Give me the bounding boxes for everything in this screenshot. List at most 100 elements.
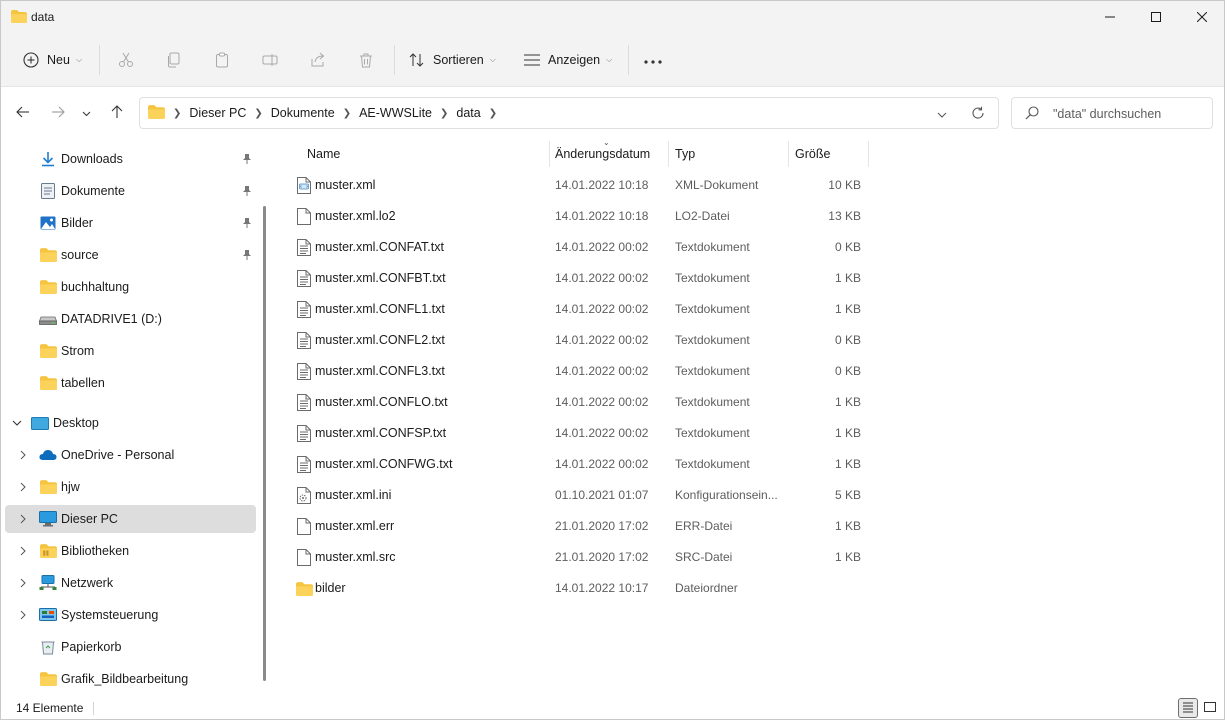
chevron-right-icon[interactable]: ❯ <box>254 108 262 119</box>
table-row[interactable]: muster.xml.CONFBT.txt 14.01.2022 00:02 Tex… <box>289 263 869 293</box>
details-view-button[interactable] <box>1178 698 1198 718</box>
up-button[interactable] <box>105 101 129 125</box>
sidebar-item-strom[interactable]: Strom <box>5 337 256 365</box>
sidebar-item-grafik-bildbearbeitung[interactable]: Grafik_Bildbearbeitung <box>5 665 256 693</box>
refresh-icon <box>971 106 985 123</box>
refresh-button[interactable] <box>967 104 989 124</box>
table-row[interactable]: bilder 14.01.2022 10:17 Dateiordner <box>289 573 869 603</box>
search-box[interactable]: "data" durchsuchen <box>1011 97 1213 129</box>
sidebar-scrollbar[interactable] <box>263 206 266 681</box>
view-button[interactable]: Anzeigen ⌵ <box>522 45 612 75</box>
maximize-button[interactable] <box>1133 1 1179 33</box>
sidebar-item-buchhaltung[interactable]: buchhaltung <box>5 273 256 301</box>
chevron-right-icon[interactable] <box>17 577 29 589</box>
xml-file-icon <box>295 177 313 194</box>
sidebar-item-tabellen[interactable]: tabellen <box>5 369 256 397</box>
table-row[interactable]: muster.xml.CONFL3.txt 14.01.2022 00:02 Tex… <box>289 356 869 386</box>
table-row[interactable]: muster.xml.CONFL2.txt 14.01.2022 00:02 Tex… <box>289 325 869 355</box>
more-options-button[interactable] <box>642 45 664 75</box>
sidebar-item-papierkorb[interactable]: Papierkorb <box>5 633 256 661</box>
text-file-icon <box>295 394 313 411</box>
paste-button[interactable] <box>212 45 232 75</box>
download-icon <box>39 151 57 167</box>
file-date: 14.01.2022 00:02 <box>555 395 649 409</box>
sidebar-item-label: source <box>61 248 99 262</box>
recent-locations-button[interactable] <box>76 101 96 125</box>
toolbar-divider <box>628 45 629 75</box>
close-button[interactable] <box>1179 1 1224 33</box>
file-type: Konfigurationsein... <box>675 488 778 502</box>
column-divider[interactable] <box>668 141 669 167</box>
column-header-size[interactable]: Größe <box>795 139 830 169</box>
table-row[interactable]: muster.xml.err 21.01.2020 17:02 ERR-Datei 1… <box>289 511 869 541</box>
sidebar-item-hjw[interactable]: hjw <box>5 473 256 501</box>
sidebar-item-label: Grafik_Bildbearbeitung <box>61 672 189 686</box>
table-row[interactable]: muster.xml.CONFWG.txt 14.01.2022 00:02 Tex… <box>289 449 869 479</box>
table-row[interactable]: muster.xml.ini 01.10.2021 01:07 Konfigurat… <box>289 480 869 510</box>
chevron-right-icon[interactable] <box>17 449 29 461</box>
file-type: LO2-Datei <box>675 209 730 223</box>
delete-button[interactable] <box>356 45 376 75</box>
sidebar-item-bibliotheken[interactable]: Bibliotheken <box>5 537 256 565</box>
chevron-right-icon[interactable]: ❯ <box>173 108 181 119</box>
sidebar-item-dieser-pc[interactable]: Dieser PC <box>5 505 256 533</box>
cut-button[interactable] <box>116 45 136 75</box>
back-button[interactable] <box>11 101 35 125</box>
chevron-right-icon[interactable]: ❯ <box>489 108 497 119</box>
file-type: SRC-Datei <box>675 550 733 564</box>
sidebar-item-netzwerk[interactable]: Netzwerk <box>5 569 256 597</box>
column-divider[interactable] <box>549 141 550 167</box>
sort-button[interactable]: Sortieren ⌵ <box>407 45 496 75</box>
chevron-right-icon[interactable] <box>17 545 29 557</box>
table-row[interactable]: muster.xml 14.01.2022 10:18 XML-Dokument 10… <box>289 170 869 200</box>
chevron-right-icon[interactable]: ❯ <box>343 108 351 119</box>
copy-button[interactable] <box>164 45 184 75</box>
chevron-down-icon[interactable] <box>11 417 23 429</box>
breadcrumb-item[interactable]: AE-WWSLite <box>359 106 432 120</box>
address-history-button[interactable] <box>931 104 953 124</box>
copy-icon <box>164 50 184 70</box>
table-row[interactable]: muster.xml.CONFLO.txt 14.01.2022 00:02 Tex… <box>289 387 869 417</box>
breadcrumb-item[interactable]: data <box>456 106 480 120</box>
search-icon <box>1025 106 1039 123</box>
sidebar-item-source[interactable]: source <box>5 241 256 269</box>
address-bar[interactable]: ❯ Dieser PC ❯ Dokumente ❯ AE-WWSLite ❯ d… <box>139 97 999 129</box>
column-header-date[interactable]: Änderungsdatum <box>555 139 650 169</box>
table-row[interactable]: muster.xml.CONFSP.txt 14.01.2022 00:02 Tex… <box>289 418 869 448</box>
table-row[interactable]: muster.xml.src 21.01.2020 17:02 SRC-Datei 1… <box>289 542 869 572</box>
chevron-down-icon <box>82 106 91 120</box>
recycle-bin-icon <box>39 639 57 655</box>
file-size: 0 KB <box>834 240 861 254</box>
file-name: bilder <box>315 581 346 595</box>
sidebar-item-downloads[interactable]: Downloads <box>5 145 256 173</box>
sidebar-item-desktop[interactable]: Desktop <box>1 409 252 437</box>
table-row[interactable]: muster.xml.CONFAT.txt 14.01.2022 00:02 Tex… <box>289 232 869 262</box>
breadcrumb-item[interactable]: Dieser PC <box>189 106 246 120</box>
chevron-right-icon[interactable] <box>17 513 29 525</box>
chevron-right-icon[interactable] <box>17 609 29 621</box>
new-button[interactable]: Neu ⌵ <box>21 45 82 75</box>
clipboard-icon <box>212 50 232 70</box>
column-divider[interactable] <box>868 141 869 167</box>
minimize-button[interactable] <box>1087 1 1133 33</box>
sidebar-item-onedrive[interactable]: OneDrive - Personal <box>5 441 256 469</box>
sidebar-item-bilder[interactable]: Bilder <box>5 209 256 237</box>
chevron-right-icon[interactable]: ❯ <box>440 108 448 119</box>
chevron-right-icon[interactable] <box>17 481 29 493</box>
file-name: muster.xml.err <box>315 519 395 533</box>
pin-icon <box>241 153 253 168</box>
column-header-type[interactable]: Typ <box>675 139 695 169</box>
sidebar-item-datadrive1[interactable]: DATADRIVE1 (D:) <box>5 305 256 333</box>
forward-button[interactable] <box>46 101 70 125</box>
table-row[interactable]: muster.xml.CONFL1.txt 14.01.2022 00:02 Tex… <box>289 294 869 324</box>
rename-button[interactable] <box>260 45 280 75</box>
share-button[interactable] <box>308 45 328 75</box>
sidebar-item-dokumente[interactable]: Dokumente <box>5 177 256 205</box>
column-divider[interactable] <box>788 141 789 167</box>
tiles-view-button[interactable] <box>1200 698 1220 718</box>
file-type: Textdokument <box>675 426 750 440</box>
sidebar-item-systemsteuerung[interactable]: Systemsteuerung <box>5 601 256 629</box>
column-header-name[interactable]: Name <box>307 139 340 169</box>
breadcrumb-item[interactable]: Dokumente <box>271 106 335 120</box>
table-row[interactable]: muster.xml.lo2 14.01.2022 10:18 LO2-Datei 1… <box>289 201 869 231</box>
